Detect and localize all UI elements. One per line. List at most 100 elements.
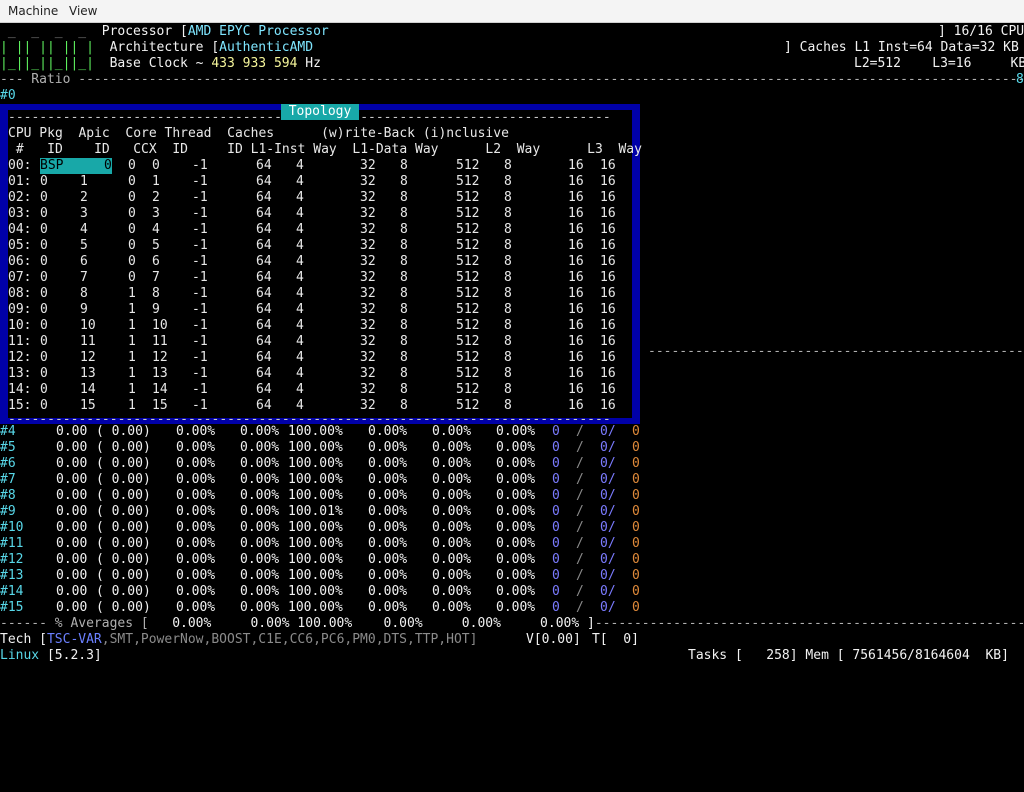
frequency-cell-id: #7 <box>0 472 16 487</box>
topology-cell-apic: 9 <box>80 302 88 317</box>
topology-cell-cpu: 14: <box>8 382 32 397</box>
frequency-cell-c1: 0.00% <box>240 456 280 471</box>
topology-cell-l2: 512 <box>456 270 480 285</box>
topology-cell-l3: 16 <box>568 318 584 333</box>
topology-cell-l1dw: 8 <box>400 206 408 221</box>
topology-cell-l1i: 64 <box>256 382 272 397</box>
topology-cell-pkg: 0 <box>40 318 48 333</box>
topology-cell-ccx: 0 <box>128 206 136 221</box>
topology-cell-l1i: 64 <box>256 206 272 221</box>
frequency-cell-id: #6 <box>0 456 16 471</box>
frequency-cell-c3: 0.00% <box>368 488 408 503</box>
frequency-cell-c0: 0.00% <box>176 504 216 519</box>
frequency-cell-freq: 0.00 <box>56 552 88 567</box>
topology-cell-core: 4 <box>152 222 160 237</box>
menu-view[interactable]: View <box>69 4 97 18</box>
menu-machine[interactable]: Machine <box>8 4 58 18</box>
frequency-cell-id: #12 <box>0 552 24 567</box>
kernel-version: [5.2.3] <box>46 648 102 663</box>
topology-cell-core: 5 <box>152 238 160 253</box>
topology-cell-l3w: 16 <box>600 222 616 237</box>
frequency-cell-c2: 100.00% <box>288 552 343 567</box>
frequency-cell-slash: / <box>576 520 584 535</box>
separator-line: ----------------------------------------… <box>648 344 1024 359</box>
topology-cell-l3w: 16 <box>600 366 616 381</box>
averages-line: ------ % Averages [ 0.00% 0.00% 100.00% … <box>0 616 1024 631</box>
topology-cell-l1dw: 8 <box>400 270 408 285</box>
frequency-cell-c5: 0.00% <box>496 424 536 439</box>
frequency-cell-t3: 0 <box>632 488 640 503</box>
frequency-cell-t2: 0/ <box>600 456 616 471</box>
frequency-cell-c3: 0.00% <box>368 600 408 615</box>
frequency-cell-c2: 100.00% <box>288 472 343 487</box>
topology-cell-l1dw: 8 <box>400 366 408 381</box>
frequency-cell-c2: 100.00% <box>288 440 343 455</box>
topology-cell-l2w: 8 <box>504 382 512 397</box>
frequency-cell-ratio: ( 0.00) <box>96 536 151 551</box>
header-line-processor: _ _ _ _ Processor [AMD EPYC Processor <box>0 24 329 39</box>
ratio-end: 8 <box>1016 72 1024 87</box>
frequency-cell-c4: 0.00% <box>432 456 472 471</box>
topology-cell-l1dw: 8 <box>400 318 408 333</box>
frequency-cell-c3: 0.00% <box>368 520 408 535</box>
topology-cell-apic: 5 <box>80 238 88 253</box>
topology-cell-core: 7 <box>152 270 160 285</box>
topology-cell-l3w: 16 <box>600 158 616 173</box>
frequency-cell-slash: / <box>576 568 584 583</box>
topology-cell-ccx: 1 <box>128 350 136 365</box>
topology-cell-l2: 512 <box>456 350 480 365</box>
frequency-cell-t3: 0 <box>632 584 640 599</box>
cpu-count: ] 16/16 CPU <box>938 24 1024 39</box>
frequency-cell-c4: 0.00% <box>432 488 472 503</box>
frequency-cell-t3: 0 <box>632 600 640 615</box>
frequency-cell-c1: 0.00% <box>240 424 280 439</box>
frequency-cell-slash: / <box>576 536 584 551</box>
topology-cell-l1d: 32 <box>360 366 376 381</box>
topology-cell-ccx: 0 <box>128 254 136 269</box>
topology-cell-core: 13 <box>152 366 168 381</box>
frequency-cell-slash: / <box>576 456 584 471</box>
topology-cell-cpu: 02: <box>8 190 32 205</box>
topology-cell-ccx: 1 <box>128 366 136 381</box>
topology-cell-l3: 16 <box>568 190 584 205</box>
frequency-cell-c2: 100.00% <box>288 536 343 551</box>
menu-bar: Machine View <box>0 0 1024 23</box>
frequency-cell-slash: / <box>576 584 584 599</box>
topology-cell-l1i: 64 <box>256 302 272 317</box>
frequency-cell-c3: 0.00% <box>368 424 408 439</box>
topology-cell-l1d: 32 <box>360 222 376 237</box>
frequency-cell-id: #8 <box>0 488 16 503</box>
frequency-cell-c4: 0.00% <box>432 600 472 615</box>
frequency-cell-c2: 100.00% <box>288 520 343 535</box>
topology-cell-l1d: 32 <box>360 350 376 365</box>
frequency-cell-c3: 0.00% <box>368 584 408 599</box>
topology-cell-pkg: 0 <box>40 334 48 349</box>
topology-cell-l3: 16 <box>568 254 584 269</box>
frequency-cell-t2: 0/ <box>600 472 616 487</box>
frequency-cell-c4: 0.00% <box>432 568 472 583</box>
topology-cell-apic: 11 <box>80 334 96 349</box>
topology-cell-l2: 512 <box>456 222 480 237</box>
frequency-cell-id: #9 <box>0 504 16 519</box>
frequency-cell-c0: 0.00% <box>176 520 216 535</box>
frequency-cell-c5: 0.00% <box>496 600 536 615</box>
topology-cell-l1d: 32 <box>360 318 376 333</box>
frequency-cell-c0: 0.00% <box>176 584 216 599</box>
frequency-cell-c0: 0.00% <box>176 552 216 567</box>
topology-cell-thread: -1 <box>192 270 208 285</box>
topology-cell-pkg: 0 <box>40 206 48 221</box>
topology-cell-l1d: 32 <box>360 190 376 205</box>
frequency-cell-c3: 0.00% <box>368 456 408 471</box>
topology-cell-cpu: 04: <box>8 222 32 237</box>
topology-cell-pkg: 0 <box>40 270 48 285</box>
topology-cell-cpu: 10: <box>8 318 32 333</box>
frequency-cell-c1: 0.00% <box>240 488 280 503</box>
processor-value: AMD EPYC Processor <box>187 24 329 39</box>
frequency-cell-ratio: ( 0.00) <box>96 440 151 455</box>
topology-window[interactable]: ----------------------------------------… <box>0 104 642 427</box>
topology-cell-core: 1 <box>152 174 160 189</box>
topology-cell-apic: 4 <box>80 222 88 237</box>
frequency-cell-c5: 0.00% <box>496 472 536 487</box>
frequency-cell-c1: 0.00% <box>240 568 280 583</box>
frequency-cell-c3: 0.00% <box>368 472 408 487</box>
